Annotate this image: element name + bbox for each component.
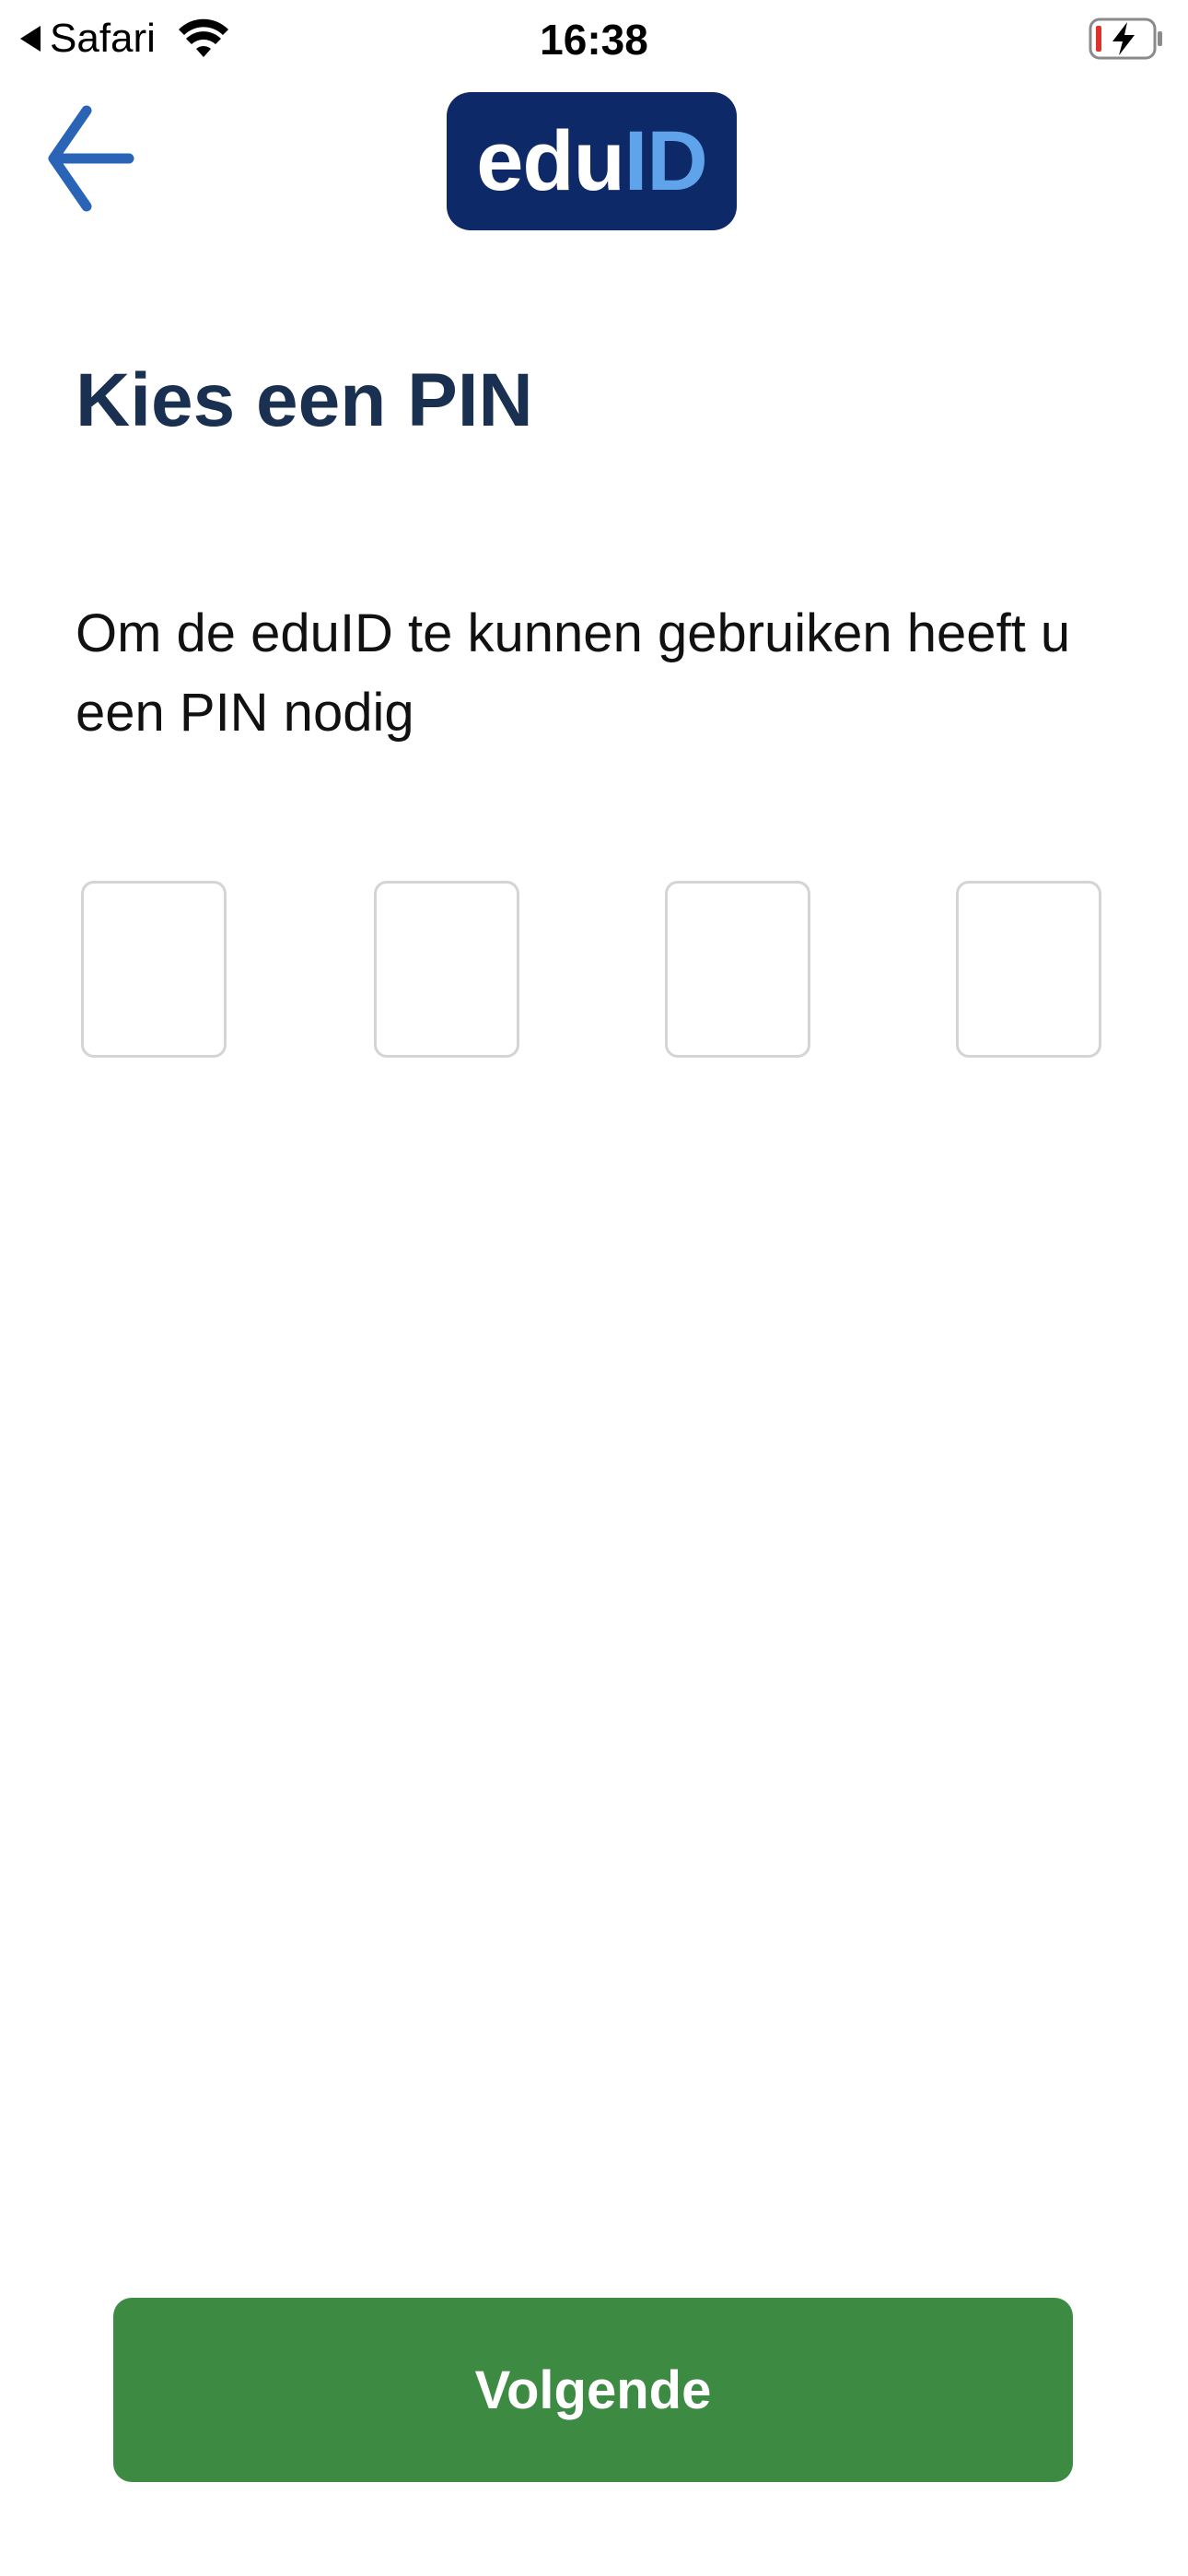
logo-text-edu: edu <box>476 113 625 208</box>
intro-text: Om de eduID te kunnen gebruiken heeft u … <box>76 603 1071 743</box>
pin-input-row <box>81 881 1101 1058</box>
pin-digit-4-field[interactable] <box>956 881 1101 1058</box>
pin-digit-3-field[interactable] <box>665 881 810 1058</box>
page-title: Kies een PIN <box>76 358 533 442</box>
arrow-left-icon[interactable] <box>46 101 134 216</box>
pin-digit-2-field[interactable] <box>374 881 519 1058</box>
status-bar: Safari 16:38 <box>0 0 1188 79</box>
status-time: 16:38 <box>540 16 648 64</box>
next-button[interactable]: Volgende <box>113 2298 1073 2482</box>
logo-text-id: ID <box>623 113 708 208</box>
pin-digit-1-field[interactable] <box>81 881 227 1058</box>
eduid-logo: edu ID <box>447 92 737 230</box>
battery-charging-icon <box>1089 18 1162 60</box>
